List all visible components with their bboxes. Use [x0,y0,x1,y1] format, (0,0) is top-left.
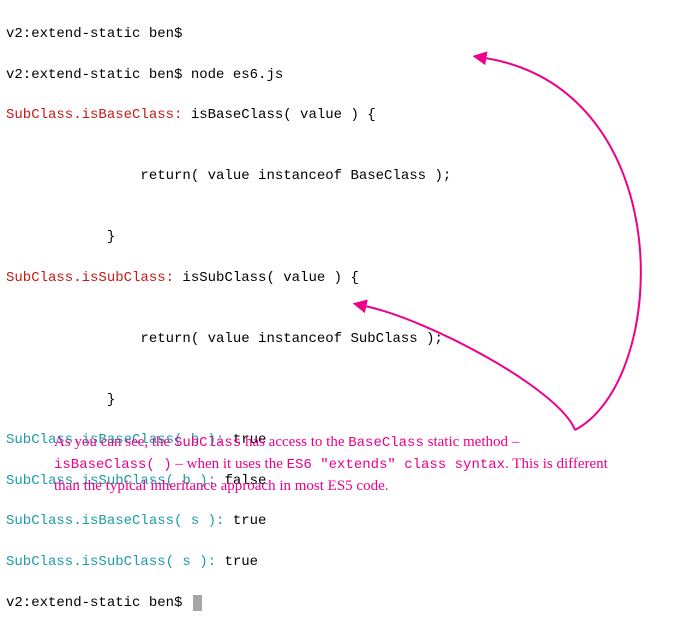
annotation-note: As you can see, the SubClass has access … [54,432,614,497]
call-text: SubClass.isBaseClass( s ): [6,513,224,529]
result-line: SubClass.isBaseClass( s ): true [6,511,694,531]
output-line: SubClass.isSubClass: isSubClass( value )… [6,268,694,288]
output-line: SubClass.isBaseClass: isBaseClass( value… [6,105,694,125]
output-line: return( value instanceof SubClass ); [6,329,694,349]
result-line: SubClass.isSubClass( s ): true [6,552,694,572]
output-line: return( value instanceof BaseClass ); [6,166,694,186]
note-text: – when it uses the [172,456,287,472]
note-text: has access to the [241,434,348,450]
output-line: } [6,390,694,410]
call-text: SubClass.isSubClass( s ): [6,554,216,570]
output-line: } [6,227,694,247]
prompt-line: v2:extend-static ben$ [6,24,694,44]
command-line: v2:extend-static ben$ node es6.js [6,65,694,85]
label-issubclass: SubClass.isSubClass: [6,270,174,286]
label-isbaseclass: SubClass.isBaseClass: [6,107,182,123]
prompt: v2:extend-static ben$ [6,67,182,83]
note-code: BaseClass [348,435,424,451]
command-text: node es6.js [182,67,283,83]
terminal-output: v2:extend-static ben$ v2:extend-static b… [0,0,700,633]
note-code: isBaseClass( ) [54,457,172,473]
result-value: true [224,513,266,529]
code-fragment: isBaseClass( value ) { [182,107,375,123]
note-code: ES6 "extends" class syntax [287,457,505,473]
result-value: true [216,554,258,570]
code-fragment: isSubClass( value ) { [174,270,359,286]
note-text: static method – [424,434,519,450]
note-text: As you can see, the [54,434,174,450]
cursor-icon [193,595,202,611]
prompt: v2:extend-static ben$ [6,595,191,611]
prompt-line: v2:extend-static ben$ [6,593,694,613]
note-code: SubClass [174,435,241,451]
